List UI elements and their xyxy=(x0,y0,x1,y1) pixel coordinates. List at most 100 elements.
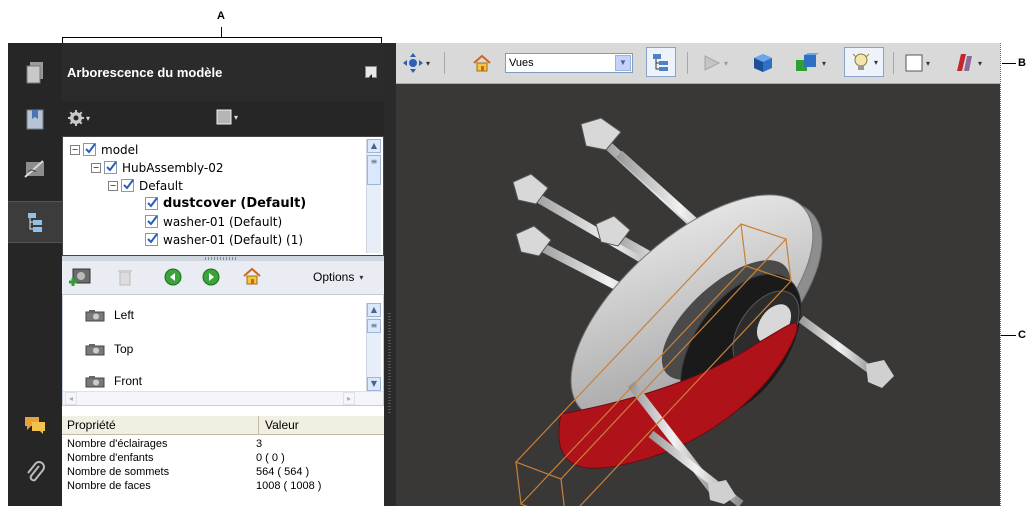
3d-viewport[interactable]: ▾ Vues ▼ ▾ ▾ ▾ ▾ ▾ xyxy=(396,43,1000,506)
collapse-toggle-icon[interactable]: − xyxy=(91,162,101,173)
tree-node-label: HubAssembly-02 xyxy=(122,160,224,175)
background-color-button[interactable]: ▾ xyxy=(904,48,930,78)
view-label: Top xyxy=(114,342,134,356)
home-view-button[interactable] xyxy=(242,267,262,289)
property-column-header[interactable]: Propriété xyxy=(67,418,116,432)
arrow-right-icon xyxy=(202,268,220,286)
tree-node-hubassembly[interactable]: − HubAssembly-02 xyxy=(91,159,223,176)
callout-a: A xyxy=(217,10,225,22)
checkbox-checked-icon[interactable] xyxy=(145,233,159,246)
caret-left-icon xyxy=(369,74,372,80)
toolbar-separator xyxy=(687,52,688,74)
model-tree-button[interactable] xyxy=(8,201,62,243)
scroll-down-button[interactable]: ▼ xyxy=(367,377,381,391)
scroll-up-button[interactable]: ▲ xyxy=(367,139,381,153)
scroll-thumb[interactable]: ≡ xyxy=(367,319,381,333)
checkbox-checked-icon[interactable] xyxy=(104,161,118,174)
attachments-button[interactable] xyxy=(8,453,62,493)
chevron-down-icon: ▾ xyxy=(926,58,931,68)
tree-node-model[interactable]: − model xyxy=(70,141,138,158)
bookmarks-button[interactable] xyxy=(8,99,62,139)
property-value: 3 xyxy=(256,438,263,450)
tree-node-washer[interactable]: washer-01 (Default) xyxy=(145,213,282,230)
play-animation-button[interactable]: ▾ xyxy=(702,48,728,78)
tree-node-label: model xyxy=(101,142,139,157)
attachments-icon xyxy=(27,461,45,482)
color-menu-button[interactable]: ▾ xyxy=(216,109,238,125)
viewport-border xyxy=(1000,43,1002,506)
tree-scrollbar[interactable]: ▲ ≡ xyxy=(366,139,381,253)
properties-header: Propriété Valeur xyxy=(62,416,384,435)
camera-icon xyxy=(85,343,105,355)
render-mode-button[interactable]: ▾ xyxy=(794,48,826,78)
cross-section-button[interactable]: ▾ xyxy=(952,48,982,78)
pages-icon xyxy=(26,62,43,84)
property-name: Nombre d'éclairages xyxy=(67,438,168,450)
create-view-button[interactable] xyxy=(68,266,92,292)
signatures-button[interactable] xyxy=(8,149,62,189)
rotate-tool-icon xyxy=(403,53,423,73)
model-tree-panel: Arborescence du modèle ▾ ▾ − model − Hub… xyxy=(62,43,384,506)
tree-node-dustcover[interactable]: dustcover (Default) xyxy=(145,195,306,212)
value-column-header[interactable]: Valeur xyxy=(265,418,299,432)
panel-header: Arborescence du modèle xyxy=(62,43,384,102)
home-view-button[interactable] xyxy=(472,48,492,78)
views-select[interactable]: Vues ▼ xyxy=(505,53,633,73)
model-tree-toggle-button[interactable] xyxy=(646,47,676,77)
arrow-left-icon xyxy=(164,268,182,286)
panel-title: Arborescence du modèle xyxy=(67,65,223,80)
views-scrollbar[interactable]: ▲ ≡ ▼ xyxy=(366,303,381,391)
color-swatch-icon xyxy=(216,109,232,125)
chevron-down-icon[interactable]: ▼ xyxy=(615,55,631,71)
views-options-menu[interactable]: Options ▾ xyxy=(313,270,363,284)
pane-divider[interactable] xyxy=(384,43,396,506)
property-value: 1008 ( 1008 ) xyxy=(256,480,322,492)
projection-button[interactable] xyxy=(752,48,774,78)
view-item-top[interactable]: Top xyxy=(85,339,133,359)
scroll-up-button[interactable]: ▲ xyxy=(367,303,381,317)
3d-model-render[interactable] xyxy=(396,84,1000,506)
checkbox-checked-icon[interactable] xyxy=(121,179,135,192)
tree-node-washer-1[interactable]: washer-01 (Default) (1) xyxy=(145,231,303,248)
scroll-right-button[interactable]: ▸ xyxy=(343,392,355,405)
new-view-icon xyxy=(69,268,91,286)
chevron-down-icon: ▾ xyxy=(873,57,878,67)
comments-button[interactable] xyxy=(8,405,62,445)
lighting-button[interactable]: ▾ xyxy=(844,47,884,77)
panel-toolbar: ▾ ▾ xyxy=(62,101,384,136)
tree-node-label: washer-01 (Default) (1) xyxy=(163,232,304,247)
views-options-label: Options xyxy=(313,270,355,284)
previous-view-button[interactable] xyxy=(164,268,182,290)
model-tree: − model − HubAssembly-02 − Default dustc… xyxy=(62,136,384,256)
property-name: Nombre d'enfants xyxy=(67,452,154,464)
scroll-thumb[interactable]: ≡ xyxy=(367,155,381,185)
tree-node-label: dustcover (Default) xyxy=(163,196,307,211)
view-item-left[interactable]: Left xyxy=(85,305,134,325)
property-name: Nombre de faces xyxy=(67,480,151,492)
home-icon xyxy=(243,267,261,285)
chevron-down-icon: ▾ xyxy=(86,113,91,123)
options-menu-button[interactable]: ▾ xyxy=(68,110,90,126)
collapse-panel-button[interactable] xyxy=(365,66,377,80)
projection-icon xyxy=(754,54,772,72)
tree-node-label: washer-01 (Default) xyxy=(163,214,283,229)
checkbox-checked-icon[interactable] xyxy=(145,215,159,228)
views-list: Left Top Front ▲ ≡ ▼ ◂ ▸ xyxy=(62,294,384,406)
views-hscrollbar[interactable]: ◂ ▸ xyxy=(63,391,383,405)
delete-view-button[interactable] xyxy=(117,268,133,290)
checkbox-checked-icon[interactable] xyxy=(83,143,97,156)
view-label: Left xyxy=(114,308,135,322)
scroll-left-button[interactable]: ◂ xyxy=(65,392,77,405)
collapse-toggle-icon[interactable]: − xyxy=(70,144,80,155)
play-animation-icon xyxy=(704,55,721,71)
chevron-down-icon: ▾ xyxy=(359,272,364,282)
tree-node-default[interactable]: − Default xyxy=(108,177,183,194)
view-item-front[interactable]: Front xyxy=(85,371,142,391)
checkbox-checked-icon[interactable] xyxy=(145,197,159,210)
pages-button[interactable] xyxy=(8,53,62,93)
views-toolbar: Options ▾ xyxy=(62,261,384,295)
collapse-toggle-icon[interactable]: − xyxy=(108,180,118,191)
callout-c: C xyxy=(1018,329,1026,341)
next-view-button[interactable] xyxy=(202,268,220,290)
rotate-tool-button[interactable]: ▾ xyxy=(402,48,430,78)
